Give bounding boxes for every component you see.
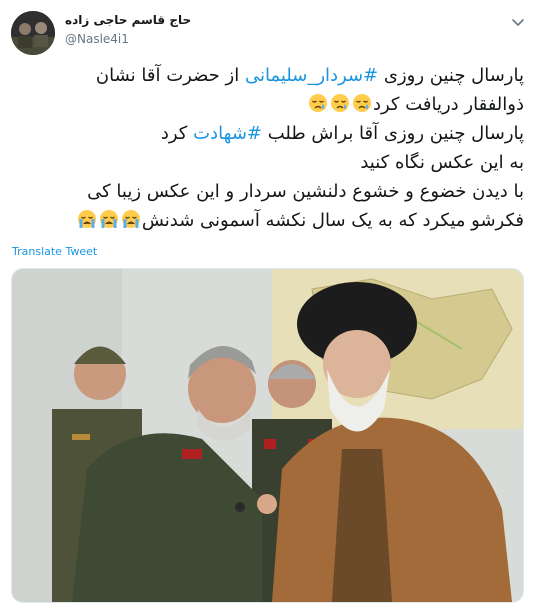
hashtag-link[interactable]: #سردار_سلیمانی <box>245 65 378 86</box>
tweet-text-segment: از حضرت آقا نشان <box>95 65 245 86</box>
emoji-group <box>76 210 142 231</box>
tweet-text-segment: با دیدن خضوع و خشوع دلنشین سردار و این ع… <box>87 181 524 202</box>
crying-face-icon <box>308 94 327 112</box>
profile-photo-icon <box>11 11 55 55</box>
tweet-text: پارسال چنین روزی #سردار_سلیمانی از حضرت … <box>24 61 524 235</box>
tweet-text-segment: فکرشو میکرد که به یک سال نکشه آسمونی شدن… <box>141 210 524 231</box>
tweet-text-segment: به این عکس نگاه کنید <box>360 152 524 173</box>
tweet-text-segment: پارسال چنین روزی آقا براش طلب <box>262 123 524 144</box>
tweet-text-segment: ذوالفقار دریافت کرد <box>372 94 524 115</box>
emoji-group <box>307 94 373 115</box>
chevron-down-icon[interactable] <box>510 14 526 30</box>
ceremony-photo <box>12 269 523 602</box>
crying-face-icon <box>352 94 371 112</box>
author-display-name[interactable]: حاج قاسم حاجی زاده <box>65 13 191 27</box>
tweet-photo[interactable] <box>11 268 524 603</box>
loudly-crying-face-icon <box>121 210 140 228</box>
tweet-line: پارسال چنین روزی #سردار_سلیمانی از حضرت … <box>24 61 524 90</box>
crying-face-icon <box>330 94 349 112</box>
translate-tweet-link[interactable]: Translate Tweet <box>12 245 97 258</box>
tweet-card: حاج قاسم حاجی زاده @Nasle4i1 پارسال چنین… <box>0 0 538 613</box>
loudly-crying-face-icon <box>99 210 118 228</box>
tweet-line: ذوالفقار دریافت کرد <box>24 90 524 119</box>
tweet-text-segment: پارسال چنین روزی <box>378 65 524 86</box>
loudly-crying-face-icon <box>77 210 96 228</box>
tweet-line: پارسال چنین روزی آقا براش طلب #شهادت کرد <box>24 119 524 148</box>
author-avatar[interactable] <box>11 11 55 55</box>
tweet-line: فکرشو میکرد که به یک سال نکشه آسمونی شدن… <box>24 206 524 235</box>
tweet-text-segment: کرد <box>160 123 194 144</box>
tweet-line: با دیدن خضوع و خشوع دلنشین سردار و این ع… <box>24 177 524 206</box>
author-handle[interactable]: @Nasle4i1 <box>65 32 129 46</box>
hashtag-link[interactable]: #شهادت <box>193 123 262 144</box>
tweet-line: به این عکس نگاه کنید <box>24 148 524 177</box>
